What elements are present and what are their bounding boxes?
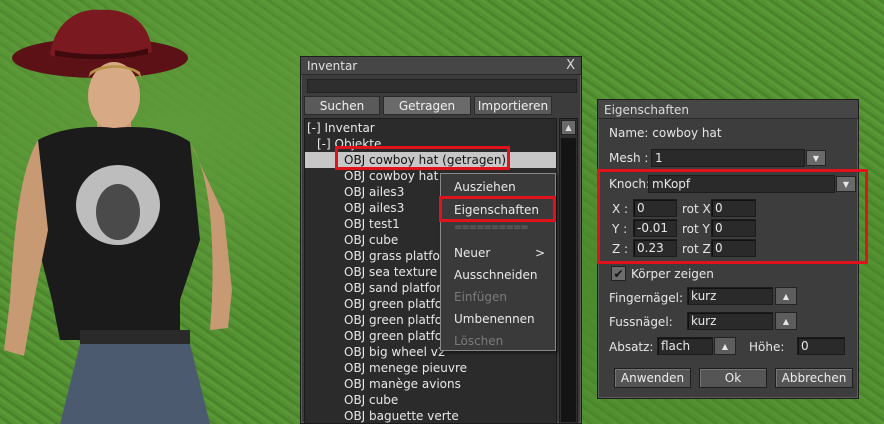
menu-item-rename[interactable]: Umbenennen [441, 309, 555, 329]
heel-up-icon[interactable]: ▲ [714, 337, 736, 355]
tab-import[interactable]: Importieren [474, 96, 552, 115]
x-offset-input[interactable]: 0 [633, 199, 677, 217]
toenails-value[interactable]: kurz [687, 312, 773, 330]
inventory-scrollbar[interactable]: ▲ [559, 118, 578, 424]
x-label: X : [612, 202, 629, 216]
apply-button[interactable]: Anwenden [614, 368, 691, 388]
menu-item-new[interactable]: Neuer > [441, 243, 555, 263]
y-offset-input[interactable]: -0.01 [633, 219, 677, 237]
bone-value: mKopf [652, 177, 691, 191]
tree-item-selected[interactable]: OBJ cowboy hat (getragen) [305, 152, 556, 168]
tree-item[interactable]: OBJ ailes3 [344, 200, 404, 216]
shirt-print-face [96, 184, 140, 240]
rot-y-label: rot Y [682, 222, 710, 236]
tree-item[interactable]: OBJ ailes3 [344, 184, 404, 200]
heel-label: Absatz: [609, 340, 654, 354]
height-label: Höhe: [749, 340, 785, 354]
fingernails-value[interactable]: kurz [687, 287, 773, 305]
z-offset-input[interactable]: 0.23 [633, 239, 677, 257]
tree-item[interactable]: OBJ sea texture [344, 264, 437, 280]
tree-item[interactable]: OBJ menege pieuvre [344, 360, 467, 376]
tree-item[interactable]: OBJ green platfor [344, 328, 447, 344]
properties-window: Eigenschaften Name: cowboy hat Mesh : 1 … [597, 99, 859, 399]
fingernails-label: Fingernägel: [609, 291, 684, 305]
close-icon[interactable]: X [566, 58, 575, 73]
tree-item[interactable]: OBJ sand platfor [344, 280, 441, 296]
inventory-tabs: Suchen Getragen Importieren [304, 96, 560, 115]
scroll-thumb[interactable] [561, 138, 576, 422]
tree-item[interactable]: OBJ green platfor [344, 296, 447, 312]
ok-button[interactable]: Ok [699, 368, 767, 388]
cancel-button[interactable]: Abbrechen [775, 368, 853, 388]
tab-search[interactable]: Suchen [304, 96, 380, 115]
inventory-title: Inventar [307, 59, 358, 73]
tree-item[interactable]: OBJ test1 [344, 216, 400, 232]
rot-z-input[interactable]: 0 [711, 239, 756, 257]
menu-item-take-off[interactable]: Ausziehen [441, 177, 555, 197]
z-label: Z : [612, 242, 629, 256]
tree-folder-objects[interactable]: [-] Objekte [317, 136, 381, 152]
rot-y-input[interactable]: 0 [711, 219, 756, 237]
avatar-left-arm [4, 140, 48, 356]
mesh-dropdown-icon[interactable]: ▼ [806, 150, 826, 166]
bone-select[interactable]: mKopf [648, 175, 835, 193]
avatar-belt [80, 330, 190, 344]
menu-separator: ========== [454, 222, 529, 233]
toenails-up-icon[interactable]: ▲ [775, 312, 797, 330]
toenails-label: Fussnägel: [609, 315, 673, 329]
context-menu: Ausziehen Eigenschaften ========== Neuer… [440, 173, 556, 351]
tree-root[interactable]: [-] Inventar [307, 120, 375, 136]
bone-label: Knoch: [609, 177, 651, 191]
menu-item-delete: Löschen [454, 334, 504, 348]
menu-item-properties[interactable]: Eigenschaften [441, 200, 555, 220]
tree-item[interactable]: OBJ green platfor [344, 312, 447, 328]
heel-value[interactable]: flach [657, 337, 713, 355]
avatar-head [88, 62, 140, 130]
inventory-filter-input[interactable] [307, 79, 577, 93]
y-label: Y : [612, 222, 628, 236]
item-name-label: Name: cowboy hat [609, 126, 722, 140]
inventory-titlebar[interactable]: Inventar X [301, 57, 581, 75]
menu-item-cut[interactable]: Ausschneiden [441, 265, 555, 285]
scroll-up-icon[interactable]: ▲ [561, 120, 576, 135]
chevron-right-icon: > [534, 246, 545, 260]
show-body-checkbox[interactable]: ✔ [611, 266, 626, 281]
avatar-jeans [60, 344, 210, 424]
tree-item[interactable]: OBJ grass platfor [344, 248, 445, 264]
tree-item[interactable]: OBJ manège avions [344, 376, 461, 392]
height-input[interactable]: 0 [797, 337, 845, 355]
rot-z-label: rot Z [682, 242, 711, 256]
mesh-value: 1 [655, 151, 663, 165]
tree-item[interactable]: OBJ cube [344, 232, 398, 248]
tree-item[interactable]: OBJ cowboy hat [344, 168, 438, 184]
mesh-select[interactable]: 1 [651, 149, 805, 167]
rot-x-label: rot X [682, 202, 711, 216]
bone-dropdown-icon[interactable]: ▼ [836, 176, 856, 192]
mesh-label: Mesh : [609, 151, 649, 165]
fingernails-up-icon[interactable]: ▲ [775, 287, 797, 305]
properties-titlebar[interactable]: Eigenschaften [598, 100, 858, 119]
rot-x-input[interactable]: 0 [711, 199, 756, 217]
properties-title: Eigenschaften [604, 103, 690, 117]
tree-item[interactable]: OBJ cube [344, 392, 398, 408]
tab-worn[interactable]: Getragen [383, 96, 471, 115]
menu-item-new-label: Neuer [454, 246, 491, 260]
menu-item-paste: Einfügen [454, 290, 507, 304]
show-body-label: Körper zeigen [631, 267, 714, 281]
tree-item[interactable]: OBJ big wheel v2 [344, 344, 445, 360]
tree-item[interactable]: OBJ baguette verte [344, 408, 459, 423]
